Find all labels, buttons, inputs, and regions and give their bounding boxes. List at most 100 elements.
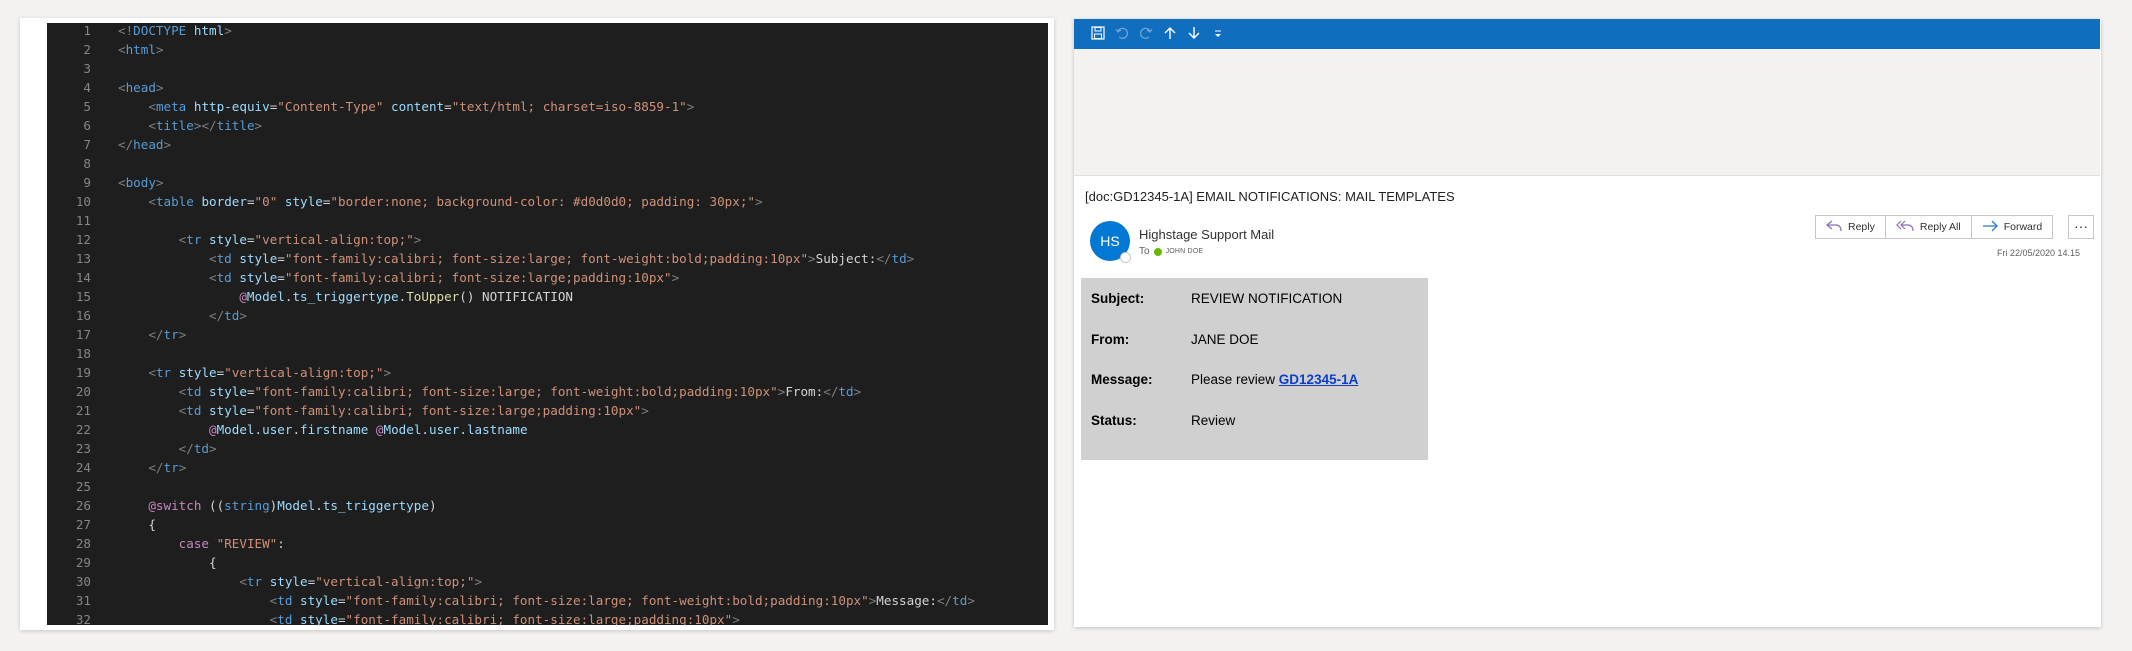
code-line[interactable]: 24 </tr> <box>47 458 1048 477</box>
more-actions-button[interactable]: ··· <box>2068 215 2094 239</box>
code-token: </ <box>876 251 892 266</box>
code-token: </ <box>118 137 134 152</box>
recipient-name[interactable]: JOHN DOE <box>1166 248 1204 255</box>
code-token: . <box>292 422 301 437</box>
code-line[interactable]: 29 { <box>47 553 1048 572</box>
line-content: { <box>118 515 156 534</box>
code-token: > <box>209 441 217 456</box>
presence-indicator <box>1120 252 1131 263</box>
code-line[interactable]: 9 <body> <box>47 173 1048 192</box>
reply-button[interactable]: Reply <box>1816 216 1886 238</box>
line-content: <body> <box>118 173 164 192</box>
sender-name[interactable]: Highstage Support Mail <box>1139 227 1274 242</box>
code-line[interactable]: 16 </td> <box>47 306 1048 325</box>
code-line[interactable]: 23 </td> <box>47 439 1048 458</box>
code-line[interactable]: 22 @Model.user.firstname @Model.user.las… <box>47 420 1048 439</box>
line-number: 29 <box>75 555 91 570</box>
customize-dropdown-icon[interactable] <box>1210 26 1226 42</box>
code-editor[interactable]: 1 <!DOCTYPE html> 2 <html> 3 4 <head> 5 <meta h… <box>47 23 1048 625</box>
code-line[interactable]: 2 <html> <box>47 40 1048 59</box>
code-token: body <box>125 175 156 190</box>
notification-table: Subject: REVIEW NOTIFICATION From: JANE … <box>1081 278 1428 460</box>
code-token: tr <box>155 365 172 380</box>
code-token: ></ <box>193 118 217 133</box>
code-line[interactable]: 15 @Model.ts_triggertype.ToUpper() NOTIF… <box>47 287 1048 306</box>
code-line[interactable]: 14 <td style="font-family:calibri; font-… <box>47 268 1048 287</box>
code-token: <! <box>118 23 134 38</box>
code-line[interactable]: 31 <td style="font-family:calibri; font-… <box>47 591 1048 610</box>
code-line[interactable]: 12 <tr style="vertical-align:top;"> <box>47 230 1048 249</box>
code-token: title <box>155 118 194 133</box>
down-arrow-icon[interactable] <box>1186 26 1202 42</box>
from-label: From: <box>1091 332 1130 347</box>
code-line[interactable]: 8 <box>47 154 1048 173</box>
undo-icon[interactable] <box>1114 26 1130 42</box>
code-token: > <box>239 308 247 323</box>
code-token: firstname <box>300 422 369 437</box>
code-line[interactable]: 19 <tr style="vertical-align:top;"> <box>47 363 1048 382</box>
code-line[interactable]: 17 </tr> <box>47 325 1048 344</box>
code-line[interactable]: 32 <td style="font-family:calibri; font-… <box>47 610 1048 625</box>
code-line[interactable]: 18 <box>47 344 1048 363</box>
save-icon[interactable] <box>1090 26 1106 42</box>
code-token: td <box>216 270 232 285</box>
code-token: > <box>641 403 649 418</box>
code-line[interactable]: 25 <box>47 477 1048 496</box>
code-line[interactable]: 4 <head> <box>47 78 1048 97</box>
code-line[interactable]: 21 <td style="font-family:calibri; font-… <box>47 401 1048 420</box>
message-value: Please review GD12345-1A <box>1191 372 1358 387</box>
redo-icon[interactable] <box>1138 26 1154 42</box>
code-line[interactable]: 3 <box>47 59 1048 78</box>
line-content: <td style="font-family:calibri; font-siz… <box>118 591 975 610</box>
code-line[interactable]: 10 <table border="0" style="border:none;… <box>47 192 1048 211</box>
code-token: . <box>254 422 263 437</box>
code-token: style <box>209 403 247 418</box>
line-number: 24 <box>75 460 91 475</box>
code-line[interactable]: 28 case "REVIEW": <box>47 534 1048 553</box>
code-line[interactable]: 5 <meta http-equiv = "Content-Type" conten… <box>47 97 1048 116</box>
code-line[interactable]: 13 <td style="font-family:calibri; font-… <box>47 249 1048 268</box>
code-token: DOCTYPE <box>133 23 187 38</box>
code-token: < <box>209 270 217 285</box>
line-number: 10 <box>75 194 91 209</box>
code-line[interactable]: 1 <!DOCTYPE html> <box>47 23 1048 40</box>
code-token: td <box>277 612 293 625</box>
code-line[interactable]: 26 @switch ((string) Model.ts_triggertype… <box>47 496 1048 515</box>
code-line[interactable]: 6 <title></title> <box>47 116 1048 135</box>
code-token: "vertical-align:top;" <box>224 365 384 380</box>
code-token: "border:none; background-color: #d0d0d0;… <box>330 194 756 209</box>
line-number: 22 <box>75 422 91 437</box>
code-token: : <box>277 536 285 551</box>
code-token: = <box>277 251 285 266</box>
code-token: = <box>337 593 346 608</box>
reply-all-button[interactable]: Reply All <box>1886 216 1972 238</box>
code-token: </ <box>148 327 164 342</box>
up-arrow-icon[interactable] <box>1162 26 1178 42</box>
code-line[interactable]: 7 </head> <box>47 135 1048 154</box>
code-line[interactable]: 20 <td style="font-family:calibri; font-… <box>47 382 1048 401</box>
line-content: <!DOCTYPE html> <box>118 23 232 40</box>
code-token: http-equiv <box>193 99 270 114</box>
code-token: head <box>133 137 164 152</box>
code-token: tr <box>163 327 179 342</box>
code-token: content <box>391 99 445 114</box>
forward-icon <box>1982 220 1998 235</box>
line-content: { <box>118 553 217 572</box>
forward-button[interactable]: Forward <box>1972 216 2053 238</box>
code-line[interactable]: 30 <tr style="vertical-align:top;"> <box>47 572 1048 591</box>
code-token: style <box>239 251 278 266</box>
from-row: From: JANE DOE <box>1081 319 1428 360</box>
code-line[interactable]: 27 { <box>47 515 1048 534</box>
line-number: 3 <box>83 61 91 76</box>
code-token: style <box>178 365 217 380</box>
code-line[interactable]: 11 <box>47 211 1048 230</box>
document-link[interactable]: GD12345-1A <box>1279 372 1359 387</box>
